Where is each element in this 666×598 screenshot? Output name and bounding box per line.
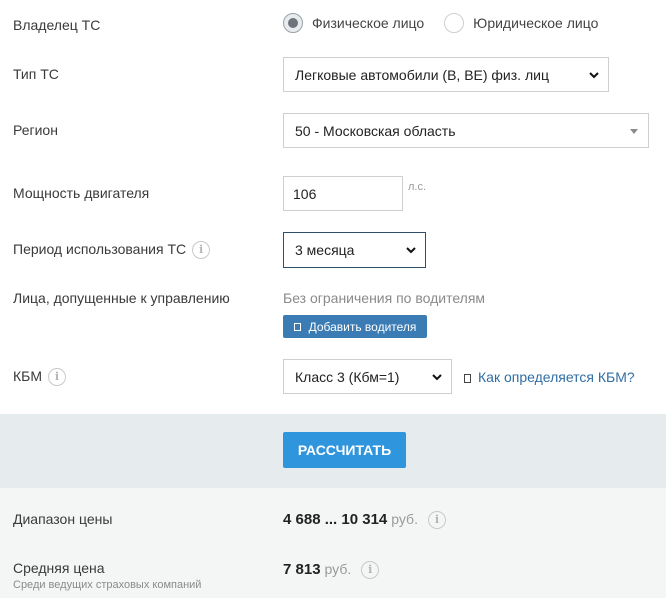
radio-individual-label[interactable]: Физическое лицо [312,15,424,31]
kbm-label-text: КБМ [13,368,43,384]
vehicle-type-label: Тип ТС [13,66,59,82]
info-icon[interactable]: i [48,368,67,387]
add-driver-label: Добавить водителя [308,319,417,334]
price-range-number: 4 688 ... 10 314 [283,511,388,528]
engine-power-unit: л.с. [408,181,427,193]
engine-power-input[interactable]: 106 [283,176,403,211]
square-icon [293,322,301,331]
info-icon[interactable]: i [361,561,380,580]
kbm-help-link-text: Как определяется КБМ? [478,369,635,385]
radio-individual[interactable] [283,13,303,33]
region-select[interactable]: 50 - Московская область [283,113,649,148]
avg-price-value: 7 813 руб. i [283,561,380,580]
region-value: 50 - Московская область [295,122,456,139]
usage-period-value: 3 месяца [295,242,355,258]
owner-radio-group: Физическое лицо Юридическое лицо [283,13,598,33]
chevron-down-icon [432,373,442,380]
calculate-button[interactable]: РАССЧИТАТЬ [283,432,406,468]
kbm-label: КБМ i [13,368,67,387]
info-icon[interactable]: i [427,511,446,530]
kbm-value: Класс 3 (Кбм=1) [295,368,400,385]
region-label: Регион [13,122,58,138]
vehicle-type-value: Легковые автомобили (B, BE) физ. лиц [295,66,549,83]
chevron-down-icon [406,247,416,254]
add-driver-button[interactable]: Добавить водителя [283,315,427,338]
radio-legal-entity-label[interactable]: Юридическое лицо [473,15,598,31]
engine-power-label: Мощность двигателя [13,185,150,201]
drivers-status: Без ограничения по водителям [283,290,486,306]
vehicle-type-select[interactable]: Легковые автомобили (B, BE) физ. лиц [283,57,609,92]
info-icon[interactable]: i [192,241,211,260]
usage-period-select[interactable]: 3 месяца [283,232,426,268]
avg-price-number: 7 813 [283,561,321,578]
radio-legal-entity[interactable] [444,13,465,33]
avg-price-currency: руб. [324,561,352,577]
avg-price-subtitle: Среди ведущих страховых компаний [13,579,202,591]
engine-power-value: 106 [293,185,317,202]
drivers-label: Лица, допущенные к управлению [13,290,230,306]
price-range-currency: руб. [391,511,418,527]
owner-label: Владелец ТС [13,17,101,33]
price-range-label: Диапазон цены [13,511,113,527]
usage-period-label-text: Период использования ТС [13,241,187,257]
kbm-select[interactable]: Класс 3 (Кбм=1) [283,359,452,394]
avg-price-label: Средняя цена [13,560,105,576]
kbm-help-link[interactable]: Как определяется КБМ? [464,369,635,385]
price-range-value: 4 688 ... 10 314 руб. i [283,511,446,530]
triangle-down-icon [630,128,638,134]
usage-period-label: Период использования ТС i [13,241,211,260]
chevron-down-icon [589,71,599,78]
square-icon [464,373,471,383]
